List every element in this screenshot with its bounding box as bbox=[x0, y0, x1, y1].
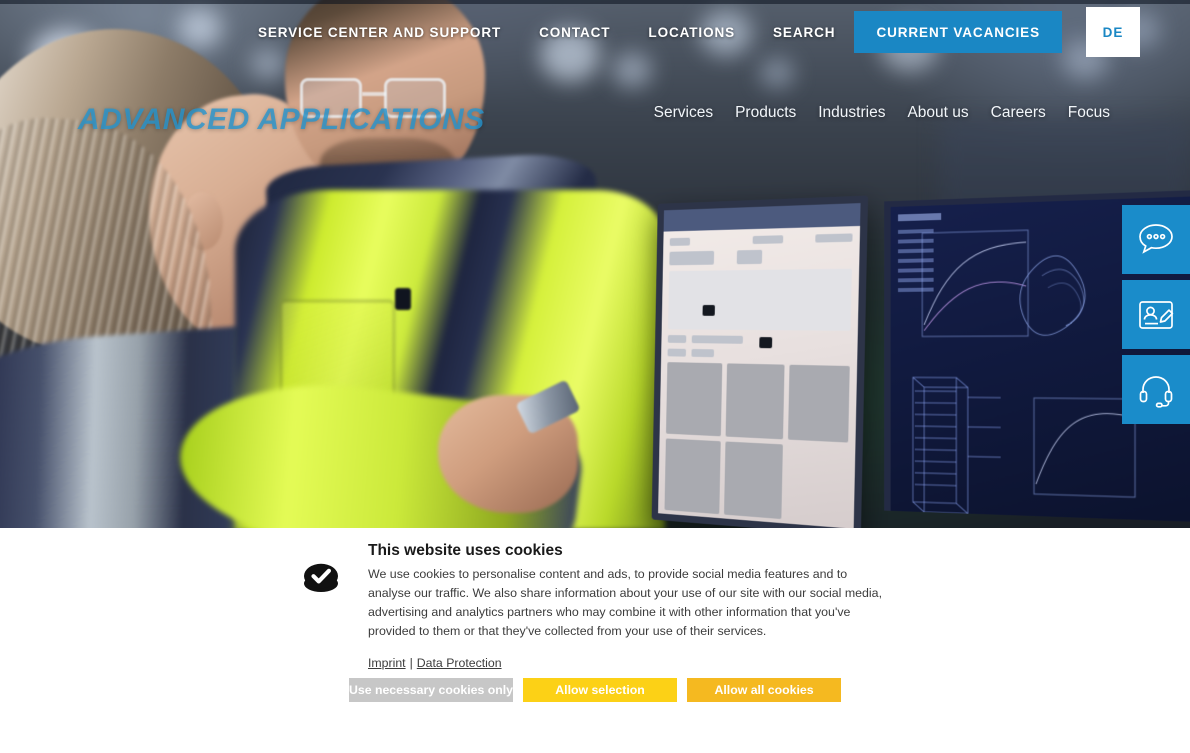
use-necessary-cookies-only-button[interactable]: Use necessary cookies only bbox=[348, 678, 514, 702]
language-switch-de-button[interactable]: DE bbox=[1086, 7, 1140, 57]
allow-all-cookies-button[interactable]: Allow all cookies bbox=[687, 678, 842, 702]
support-hotline-button[interactable] bbox=[1122, 355, 1190, 424]
hero-person-right-glasses-bridge bbox=[362, 92, 386, 96]
data-protection-link[interactable]: Data Protection bbox=[417, 656, 502, 670]
topnav-item-search[interactable]: SEARCH bbox=[754, 4, 854, 60]
contact-form-icon bbox=[1136, 296, 1176, 334]
mainnav-item-careers[interactable]: Careers bbox=[991, 104, 1046, 122]
cookie-banner-text-block: This website uses cookies We use cookies… bbox=[368, 542, 900, 670]
side-action-bar bbox=[1122, 205, 1190, 424]
cookiebot-checkmark-icon bbox=[300, 556, 342, 598]
hero-banner: SERVICE CENTER AND SUPPORT CONTACT LOCAT… bbox=[0, 0, 1190, 528]
imprint-link[interactable]: Imprint bbox=[368, 656, 406, 670]
allow-selection-button[interactable]: Allow selection bbox=[523, 678, 678, 702]
link-separator: | bbox=[409, 656, 413, 671]
topnav-item-locations[interactable]: LOCATIONS bbox=[629, 4, 754, 60]
hero-person-right-badge bbox=[395, 288, 411, 310]
chat-bubble-icon bbox=[1136, 221, 1176, 259]
page-root: SERVICE CENTER AND SUPPORT CONTACT LOCAT… bbox=[0, 0, 1190, 753]
mainnav-item-services[interactable]: Services bbox=[654, 104, 713, 122]
cookie-banner-title: This website uses cookies bbox=[368, 542, 563, 559]
site-logo[interactable]: ADVANCED APPLICATIONS bbox=[78, 103, 485, 137]
mainnav-item-products[interactable]: Products bbox=[735, 104, 796, 122]
cookie-banner-description: We use cookies to personalise content an… bbox=[368, 567, 883, 638]
cookie-consent-banner: Revain This website uses cookies We use … bbox=[0, 528, 1190, 753]
contact-form-button[interactable] bbox=[1122, 280, 1190, 349]
cookie-banner-actions: Use necessary cookies only Allow selecti… bbox=[0, 678, 1190, 702]
mainnav-item-about-us[interactable]: About us bbox=[907, 104, 968, 122]
current-vacancies-button[interactable]: CURRENT VACANCIES bbox=[854, 11, 1062, 53]
mainnav-item-industries[interactable]: Industries bbox=[818, 104, 885, 122]
topnav-item-service-center-and-support[interactable]: SERVICE CENTER AND SUPPORT bbox=[239, 4, 520, 60]
topnav-item-contact[interactable]: CONTACT bbox=[520, 4, 629, 60]
mainnav-item-focus[interactable]: Focus bbox=[1068, 104, 1110, 122]
main-navigation: Services Products Industries About us Ca… bbox=[654, 104, 1110, 122]
headset-icon bbox=[1136, 371, 1176, 409]
hero-photograph bbox=[0, 0, 1190, 528]
cookie-banner-links: Imprint | Data Protection bbox=[368, 656, 900, 670]
top-utility-navigation: SERVICE CENTER AND SUPPORT CONTACT LOCAT… bbox=[0, 4, 1190, 60]
cookie-banner-content: This website uses cookies We use cookies… bbox=[300, 542, 900, 670]
hero-monitor-software-ui bbox=[651, 195, 869, 528]
live-chat-button[interactable] bbox=[1122, 205, 1190, 274]
